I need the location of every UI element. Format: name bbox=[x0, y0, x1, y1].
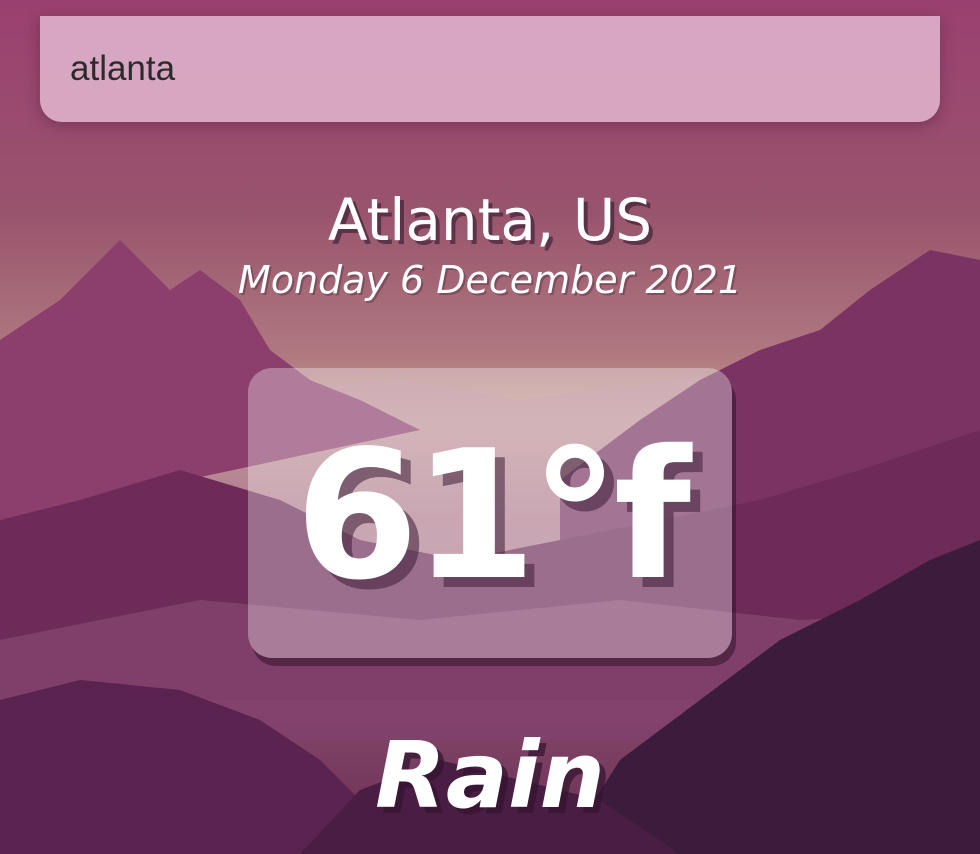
current-date: Monday 6 December 2021 bbox=[237, 258, 743, 302]
weather-condition: Rain bbox=[375, 722, 605, 829]
temperature-value: 61°f bbox=[294, 412, 691, 619]
search-input[interactable] bbox=[40, 16, 940, 122]
temperature-card: 61°f bbox=[248, 368, 732, 658]
location-title: Atlanta, US bbox=[327, 186, 653, 254]
weather-app: Atlanta, US Monday 6 December 2021 61°f … bbox=[0, 0, 980, 854]
